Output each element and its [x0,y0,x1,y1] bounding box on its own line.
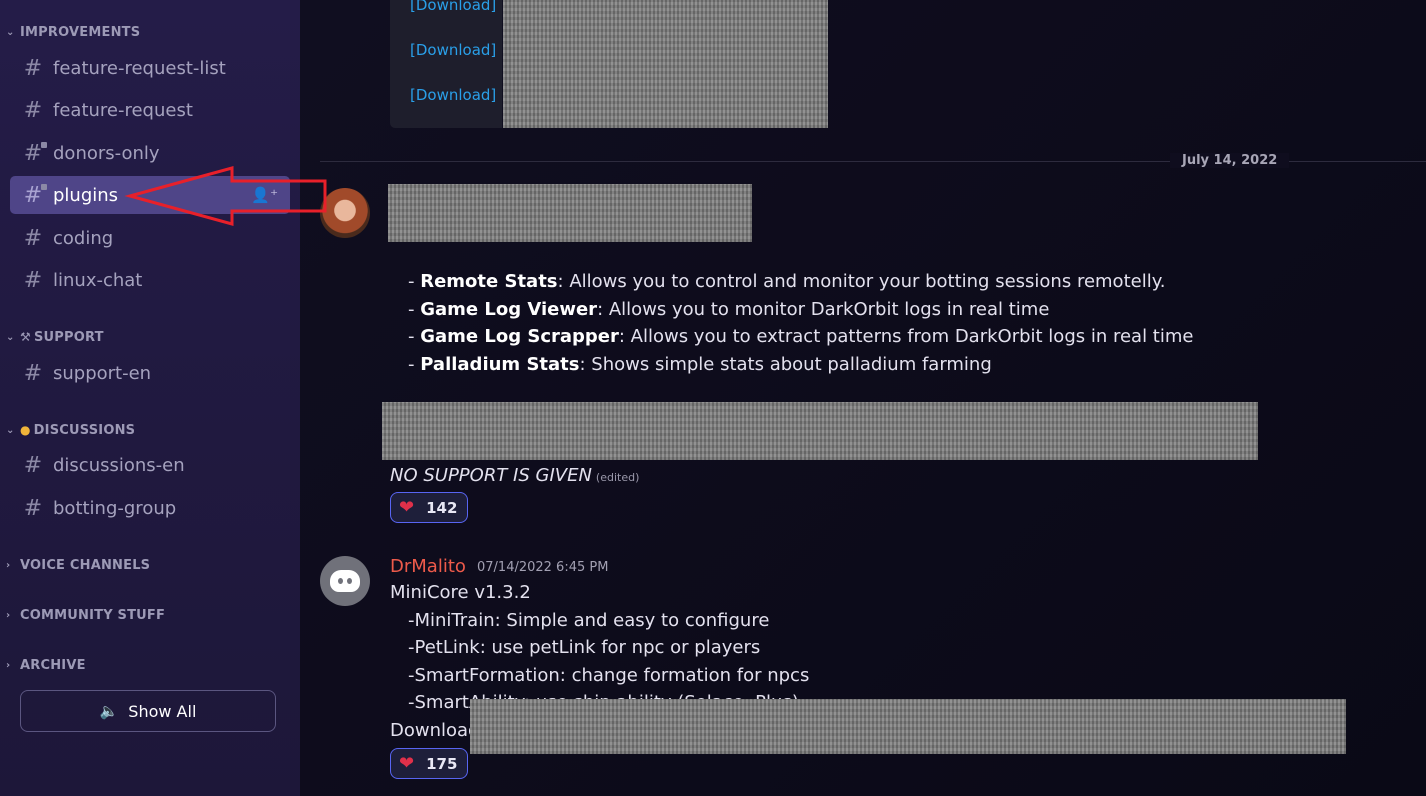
heart-icon: ❤ [399,497,415,518]
category-improvements[interactable]: ⌄ IMPROVEMENTS [6,22,140,42]
hash-icon: # [23,225,43,251]
hash-icon: # [23,55,43,81]
channel-label: botting-group [53,497,177,519]
locked-hash-icon: # [22,183,47,208]
red-arrow-shape [124,166,327,226]
reaction-count: 142 [426,498,458,517]
list-item: -PetLink: use petLink for npc or players [408,637,761,658]
author-name[interactable]: DrMalito [390,556,466,577]
show-all-label: Show All [128,701,197,721]
show-all-button[interactable]: 🔈 Show All [20,690,276,732]
hash-icon: # [23,495,43,521]
avatar[interactable] [320,556,370,606]
chevron-right-icon: › [6,559,11,571]
message-title: MiniCore v1.3.2 [390,582,531,603]
annotation-arrow [124,166,327,226]
channel-label: discussions-en [53,454,185,476]
chevron-right-icon: › [6,659,11,671]
channel-label: feature-request-list [53,57,226,79]
discord-logo-icon [330,570,360,592]
heart-icon: ❤ [399,753,415,774]
support-note: NO SUPPORT IS GIVEN (edited) [390,465,640,486]
channel-label: support-en [53,362,152,384]
channel-label: linux-chat [53,269,143,291]
channel-botting-group[interactable]: # botting-group [10,489,290,527]
category-label: VOICE CHANNELS [20,557,151,573]
redacted-block [503,0,828,128]
channel-linux-chat[interactable]: # linux-chat [10,261,290,299]
chevron-right-icon: › [6,609,11,621]
hash-icon: # [23,452,43,478]
list-item: -MiniTrain: Simple and easy to configure [408,610,770,631]
category-community-stuff[interactable]: › COMMUNITY STUFF [6,605,165,625]
download-embed: [Download] [Download] [Download] [390,0,502,128]
channel-label: coding [53,227,114,249]
speaker-icon: 🔈 [99,702,119,720]
chevron-down-icon: ⌄ [6,424,15,436]
redacted-header [388,184,752,242]
category-archive[interactable]: › ARCHIVE [6,655,86,675]
redacted-block [470,699,1346,754]
chevron-down-icon: ⌄ [6,26,15,38]
heart-reaction[interactable]: ❤ 142 [390,492,468,523]
edited-tag: (edited) [595,471,640,484]
locked-hash-icon: # [22,141,47,166]
channel-sidebar: ⌄ IMPROVEMENTS # feature-request-list # … [0,0,300,796]
channel-label: plugins [53,184,119,206]
channel-feature-request[interactable]: # feature-request [10,91,290,129]
date-divider: July 14, 2022 [1170,153,1290,168]
feature-line: - Game Log Scrapper: Allows you to extra… [408,326,1194,347]
channel-support-en[interactable]: # support-en [10,354,290,392]
tools-icon: ⚒ [20,330,31,344]
hash-icon: # [23,97,43,123]
category-label: SUPPORT [33,329,104,345]
hash-icon: # [23,360,43,386]
channel-feature-request-list[interactable]: # feature-request-list [10,49,290,87]
channel-label: feature-request [53,99,193,121]
channel-label: donors-only [53,142,160,164]
feature-line: - Palladium Stats: Shows simple stats ab… [408,354,992,375]
category-voice-channels[interactable]: › VOICE CHANNELS [6,555,150,575]
category-label: DISCUSSIONS [33,422,136,438]
redacted-block [382,402,1258,460]
list-item: -SmartFormation: change formation for np… [408,665,810,686]
download-link[interactable]: [Download] [410,86,496,104]
hash-icon: # [23,267,43,293]
download-link[interactable]: [Download] [410,0,496,14]
message-area: [Download] [Download] [Download] July 14… [300,0,1426,796]
reaction-count: 175 [426,754,458,773]
category-discussions[interactable]: ⌄ ● DISCUSSIONS [6,420,135,440]
chevron-down-icon: ⌄ [6,331,15,343]
handshake-icon: ● [20,423,31,437]
feature-line: - Remote Stats: Allows you to control an… [408,271,1166,292]
feature-line: - Game Log Viewer: Allows you to monitor… [408,299,1050,320]
category-support[interactable]: ⌄ ⚒ SUPPORT [6,327,104,347]
category-label: ARCHIVE [20,657,86,673]
channel-discussions-en[interactable]: # discussions-en [10,446,290,484]
category-label: IMPROVEMENTS [20,24,141,40]
message-timestamp: 07/14/2022 6:45 PM [477,560,609,575]
download-link[interactable]: [Download] [410,41,496,59]
heart-reaction[interactable]: ❤ 175 [390,748,468,779]
category-label: COMMUNITY STUFF [20,607,166,623]
